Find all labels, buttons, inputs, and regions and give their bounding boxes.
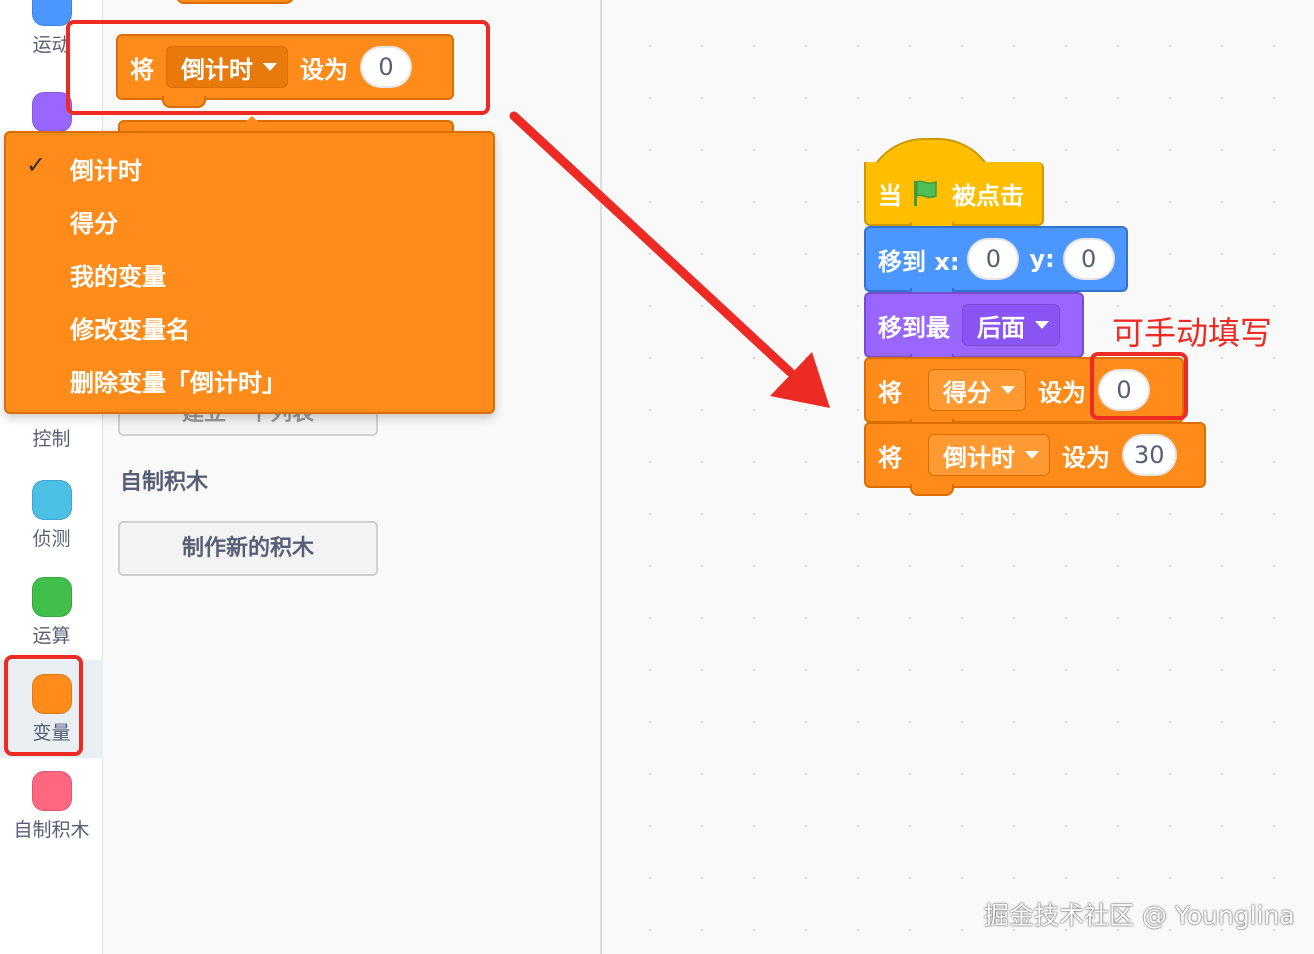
watermark: 掘金技术社区 @ Younglina [984, 901, 1295, 930]
category-sensing[interactable]: 侦测 [0, 480, 103, 551]
block-middle: 设为 [1038, 378, 1086, 407]
y-input[interactable]: 0 [1062, 238, 1115, 280]
check-icon: ✓ [26, 151, 47, 179]
variable-dropdown[interactable]: 倒计时 [166, 46, 288, 88]
category-looks[interactable] [0, 92, 103, 136]
menu-item-delete-variable[interactable]: 删除变量「倒计时」 [70, 363, 286, 398]
block-notch [910, 484, 954, 496]
set-countdown-block[interactable]: 将 倒计时 设为 30 [864, 422, 1206, 496]
menu-item-countdown[interactable]: 倒计时 [70, 151, 142, 186]
category-my-blocks[interactable]: 自制积木 [0, 771, 103, 842]
make-block-button[interactable]: 制作新的积木 [118, 521, 378, 576]
motion-color-icon [31, 0, 72, 26]
category-label: 控制 [32, 428, 71, 450]
green-flag-icon [910, 178, 940, 208]
variables-color-icon [31, 674, 72, 714]
value-input[interactable]: 30 [1122, 434, 1177, 476]
category-label: 变量 [32, 722, 71, 744]
variable-name: 得分 [943, 378, 991, 407]
go-to-layer-block[interactable]: 移到最 后面 [864, 292, 1084, 366]
x-input[interactable]: 0 [967, 238, 1020, 280]
y-label: y: [1029, 245, 1055, 273]
value-input[interactable]: 0 [1098, 369, 1150, 411]
block-prefix: 将 [878, 378, 902, 407]
block-label: 移到 x: [878, 247, 960, 276]
variable-name: 倒计时 [181, 55, 253, 84]
set-variable-block[interactable]: 将 倒计时 设为 0 [116, 34, 454, 108]
value-input[interactable]: 0 [360, 46, 412, 88]
block-prefix: 将 [878, 443, 902, 472]
variable-dropdown[interactable]: 倒计时 [928, 434, 1050, 476]
layer-dropdown[interactable]: 后面 [962, 304, 1060, 346]
category-operators[interactable]: 运算 [0, 577, 103, 648]
block-middle: 设为 [1062, 443, 1110, 472]
menu-item-rename-variable[interactable]: 修改变量名 [70, 310, 190, 345]
category-label: 运动 [32, 34, 71, 56]
sensing-color-icon [31, 480, 72, 520]
category-variables[interactable]: 变量 [0, 660, 103, 758]
my-blocks-color-icon [31, 771, 72, 811]
block-prefix: 当 [878, 181, 902, 210]
caret-down-icon [1035, 321, 1049, 329]
variable-dropdown[interactable]: 得分 [928, 369, 1026, 411]
category-label: 自制积木 [13, 819, 90, 841]
operators-color-icon [31, 577, 72, 617]
category-label: 运算 [32, 625, 71, 647]
block-suffix: 被点击 [952, 181, 1024, 210]
layer-option: 后面 [977, 313, 1025, 342]
menu-item-score[interactable]: 得分 [70, 204, 118, 239]
my-blocks-title: 自制积木 [120, 470, 209, 495]
category-motion[interactable]: 运动 [0, 0, 103, 57]
block-label: 移到最 [878, 313, 950, 342]
caret-down-icon [1001, 386, 1015, 394]
variable-dropdown-menu: ✓ 倒计时 得分 我的变量 修改变量名 删除变量「倒计时」 [4, 131, 495, 414]
caret-down-icon [263, 63, 277, 71]
set-score-block[interactable]: 将 得分 设为 0 [864, 357, 1184, 431]
block-prefix: 将 [130, 55, 154, 84]
when-flag-clicked-block[interactable]: 当 被点击 [864, 162, 1044, 234]
menu-item-my-variable[interactable]: 我的变量 [70, 257, 166, 292]
go-to-xy-block[interactable]: 移到 x: 0 y: 0 [864, 226, 1128, 300]
block-notch [162, 96, 206, 108]
caret-down-icon [1025, 451, 1039, 459]
make-block-label: 制作新的积木 [181, 536, 314, 561]
previous-block-edge [176, 0, 294, 4]
looks-color-icon [31, 92, 72, 132]
block-middle: 设为 [300, 55, 348, 84]
category-label: 侦测 [32, 528, 71, 550]
variable-name: 倒计时 [943, 443, 1015, 472]
annotation-text: 可手动填写 [1112, 314, 1273, 352]
